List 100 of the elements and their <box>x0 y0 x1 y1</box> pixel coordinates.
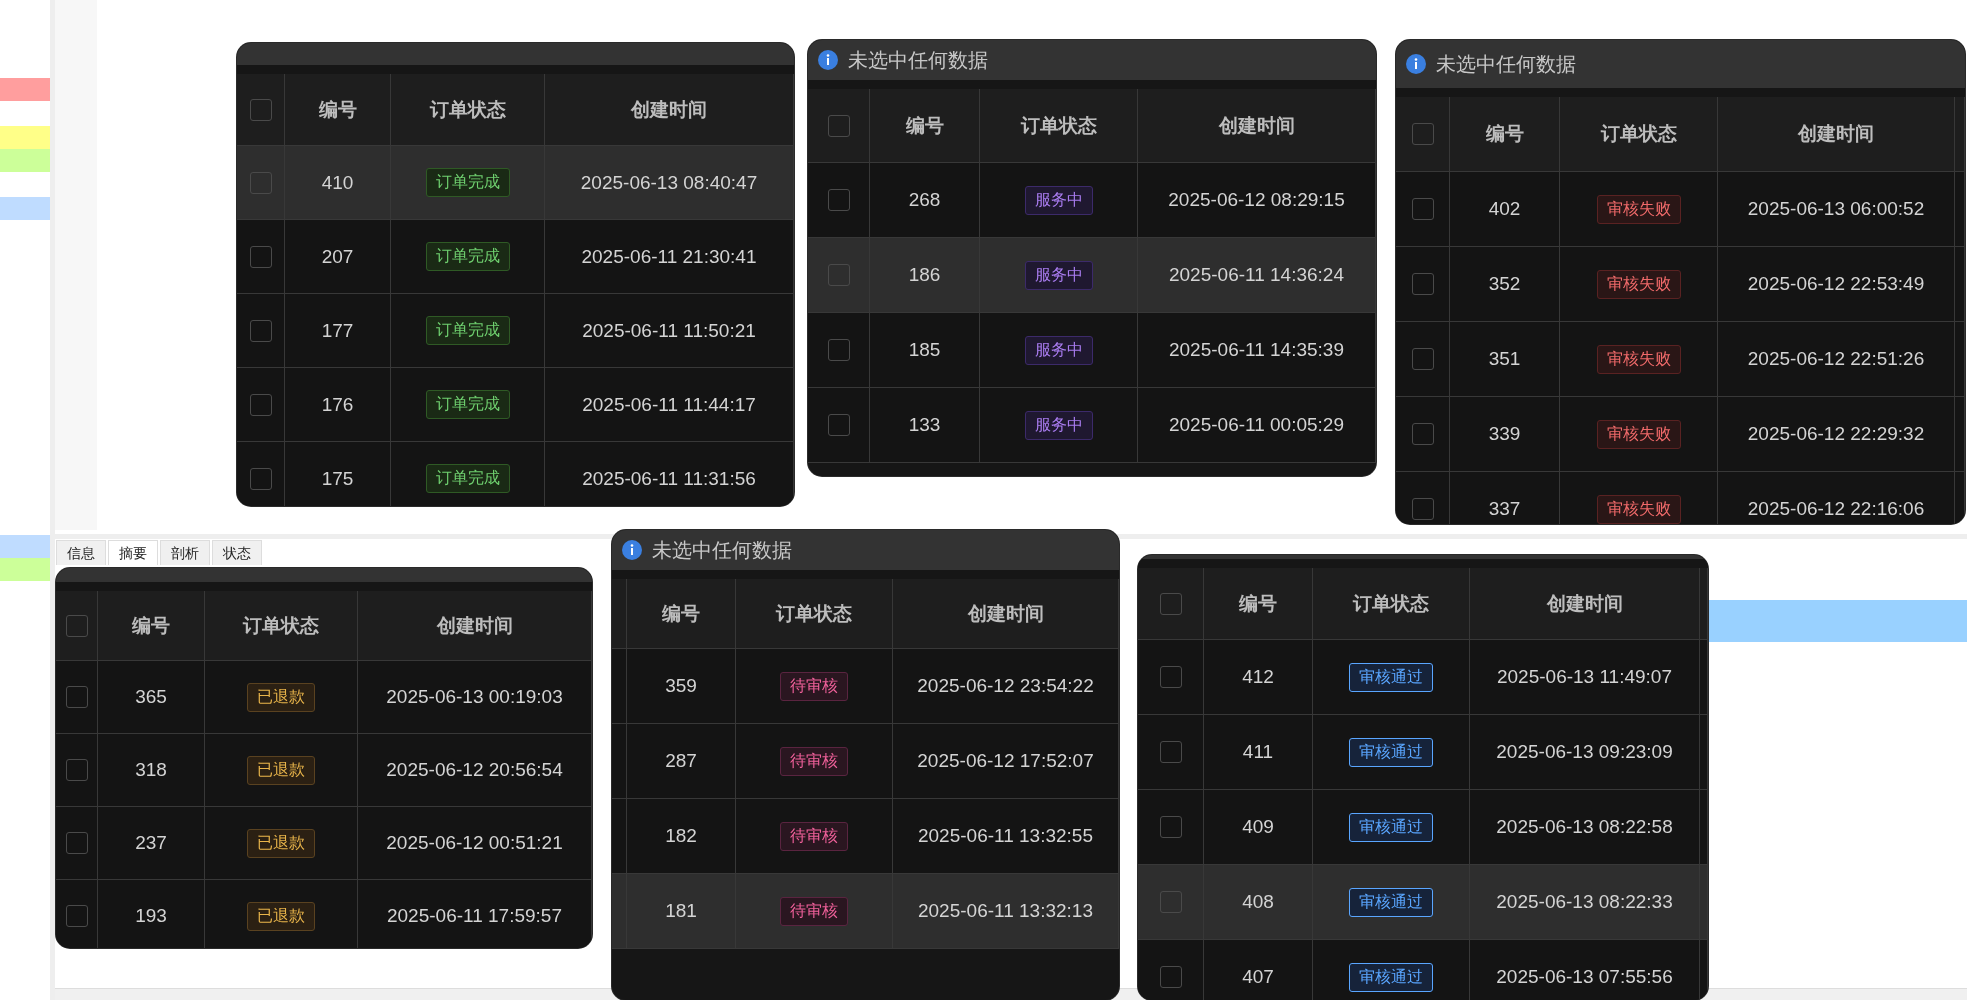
column-header[interactable]: 编号 <box>662 600 700 627</box>
table-row[interactable]: 193 已退款 2025-06-11 17:59:57 <box>56 880 592 948</box>
tab[interactable]: 摘要 <box>108 540 158 565</box>
column-header[interactable]: 创建时间 <box>436 612 513 639</box>
order-id: 402 <box>1488 198 1521 220</box>
column-header[interactable]: 订单状态 <box>1600 121 1677 147</box>
table-row[interactable]: 185 服务中 2025-06-11 14:35:39 <box>808 313 1376 388</box>
column-header[interactable]: 订单状态 <box>1020 112 1097 139</box>
row-checkbox[interactable] <box>827 339 850 361</box>
row-checkbox[interactable] <box>1159 891 1182 913</box>
column-header[interactable]: 编号 <box>1485 121 1524 147</box>
table-row[interactable]: 359 待审核 2025-06-12 23:54:22 <box>612 649 1119 724</box>
row-checkbox[interactable] <box>65 686 88 708</box>
table-row[interactable]: 365 已退款 2025-06-13 00:19:03 <box>56 661 592 734</box>
row-checkbox[interactable] <box>249 393 272 416</box>
table-row[interactable]: 287 待审核 2025-06-12 17:52:07 <box>612 724 1119 799</box>
table-row[interactable]: 175 订单完成 2025-06-11 11:31:56 <box>237 442 794 506</box>
status-tag: 待审核 <box>780 896 848 926</box>
column-header[interactable]: 创建时间 <box>631 96 707 123</box>
order-id: 287 <box>665 750 697 772</box>
row-checkbox[interactable] <box>1159 666 1182 688</box>
table-row[interactable]: 412 审核通过 2025-06-13 11:49:07 <box>1138 640 1708 715</box>
table-row[interactable]: 186 服务中 2025-06-11 14:36:24 <box>808 238 1376 313</box>
row-checkbox[interactable] <box>1411 498 1434 520</box>
column-header[interactable]: 订单状态 <box>429 96 506 123</box>
created-time: 2025-06-13 00:19:03 <box>386 686 563 708</box>
table-row[interactable]: 351 审核失败 2025-06-12 22:51:26 <box>1396 322 1965 397</box>
table-row[interactable]: 408 审核通过 2025-06-13 08:22:33 <box>1138 865 1708 940</box>
column-header[interactable]: 编号 <box>1239 590 1277 617</box>
created-time: 2025-06-13 08:22:58 <box>1496 816 1673 838</box>
table-row[interactable]: 411 审核通过 2025-06-13 09:23:09 <box>1138 715 1708 790</box>
row-checkbox[interactable] <box>1411 273 1434 295</box>
order-id: 318 <box>135 759 167 781</box>
created-time: 2025-06-11 13:32:13 <box>918 900 1093 922</box>
table-row[interactable]: 409 审核通过 2025-06-13 08:22:58 <box>1138 790 1708 865</box>
table-row[interactable]: 318 已退款 2025-06-12 20:56:54 <box>56 734 592 807</box>
table-row[interactable]: 402 审核失败 2025-06-13 06:00:52 <box>1396 172 1965 247</box>
row-checkbox[interactable] <box>1411 348 1434 370</box>
row-checkbox[interactable] <box>827 414 850 436</box>
row-checkbox[interactable] <box>827 264 850 286</box>
order-id: 339 <box>1488 423 1521 445</box>
marker-strip <box>0 126 50 149</box>
row-checkbox[interactable] <box>65 905 88 927</box>
created-time: 2025-06-13 08:40:47 <box>580 171 758 194</box>
row-checkbox[interactable] <box>249 171 272 194</box>
order-id: 175 <box>321 467 354 490</box>
row-checkbox[interactable] <box>1159 741 1182 763</box>
table-row[interactable]: 337 审核失败 2025-06-12 22:16:06 <box>1396 472 1965 524</box>
table-row[interactable]: 339 审核失败 2025-06-12 22:29:32 <box>1396 397 1965 472</box>
column-header[interactable]: 创建时间 <box>1798 121 1874 147</box>
table-row[interactable]: 410 订单完成 2025-06-13 08:40:47 <box>237 146 794 220</box>
table-row[interactable]: 407 审核通过 2025-06-13 07:55:56 <box>1138 940 1708 1000</box>
status-tag: 待审核 <box>780 821 848 851</box>
table-row[interactable]: 268 服务中 2025-06-12 08:29:15 <box>808 163 1376 238</box>
tab[interactable]: 剖析 <box>160 540 210 565</box>
table-row[interactable]: 237 已退款 2025-06-12 00:51:21 <box>56 807 592 880</box>
select-all-checkbox[interactable] <box>1159 592 1182 615</box>
row-checkbox[interactable] <box>1159 816 1182 838</box>
table-row[interactable]: 181 待审核 2025-06-11 13:32:13 <box>612 874 1119 949</box>
column-header[interactable]: 编号 <box>905 112 944 139</box>
column-header[interactable]: 编号 <box>132 612 170 639</box>
column-header[interactable]: 订单状态 <box>243 612 319 639</box>
column-header[interactable]: 编号 <box>318 96 357 123</box>
table-row[interactable]: 352 审核失败 2025-06-12 22:53:49 <box>1396 247 1965 322</box>
order-id: 359 <box>665 675 697 697</box>
row-checkbox[interactable] <box>1159 966 1182 988</box>
column-header[interactable]: 订单状态 <box>1353 590 1429 617</box>
selection-status: 未选中任何数据 <box>652 537 792 563</box>
tab[interactable]: 状态 <box>212 540 262 565</box>
table-row[interactable]: 176 订单完成 2025-06-11 11:44:17 <box>237 368 794 442</box>
table-row[interactable]: 177 订单完成 2025-06-11 11:50:21 <box>237 294 794 368</box>
select-all-checkbox[interactable] <box>65 614 88 637</box>
row-checkbox[interactable] <box>1411 423 1434 445</box>
marker-strip <box>0 149 50 172</box>
tab[interactable]: 信息 <box>56 540 106 565</box>
order-id: 207 <box>321 245 354 268</box>
column-header[interactable]: 创建时间 <box>1546 590 1623 617</box>
table-row[interactable]: 207 订单完成 2025-06-11 21:30:41 <box>237 220 794 294</box>
row-checkbox[interactable] <box>827 189 850 211</box>
marker-strip <box>0 558 50 581</box>
row-checkbox[interactable] <box>249 319 272 342</box>
created-time: 2025-06-11 14:35:39 <box>1169 339 1344 361</box>
row-checkbox[interactable] <box>65 759 88 781</box>
created-time: 2025-06-13 08:22:33 <box>1496 891 1673 913</box>
table-row[interactable]: 182 待审核 2025-06-11 13:32:55 <box>612 799 1119 874</box>
select-all-checkbox[interactable] <box>827 114 850 137</box>
table-row[interactable]: 133 服务中 2025-06-11 00:05:29 <box>808 388 1376 463</box>
column-header[interactable]: 创建时间 <box>967 600 1044 627</box>
created-time: 2025-06-12 23:54:22 <box>917 675 1094 697</box>
row-checkbox[interactable] <box>249 467 272 490</box>
select-all-checkbox[interactable] <box>1411 123 1434 145</box>
created-time: 2025-06-12 17:52:07 <box>917 750 1094 772</box>
select-all-checkbox[interactable] <box>249 98 272 121</box>
row-checkbox[interactable] <box>1411 198 1434 220</box>
row-checkbox[interactable] <box>249 245 272 268</box>
row-checkbox[interactable] <box>65 832 88 854</box>
column-header[interactable]: 订单状态 <box>776 600 852 627</box>
status-tag: 审核失败 <box>1596 269 1681 299</box>
column-header[interactable]: 创建时间 <box>1218 112 1295 139</box>
info-icon <box>818 50 838 70</box>
